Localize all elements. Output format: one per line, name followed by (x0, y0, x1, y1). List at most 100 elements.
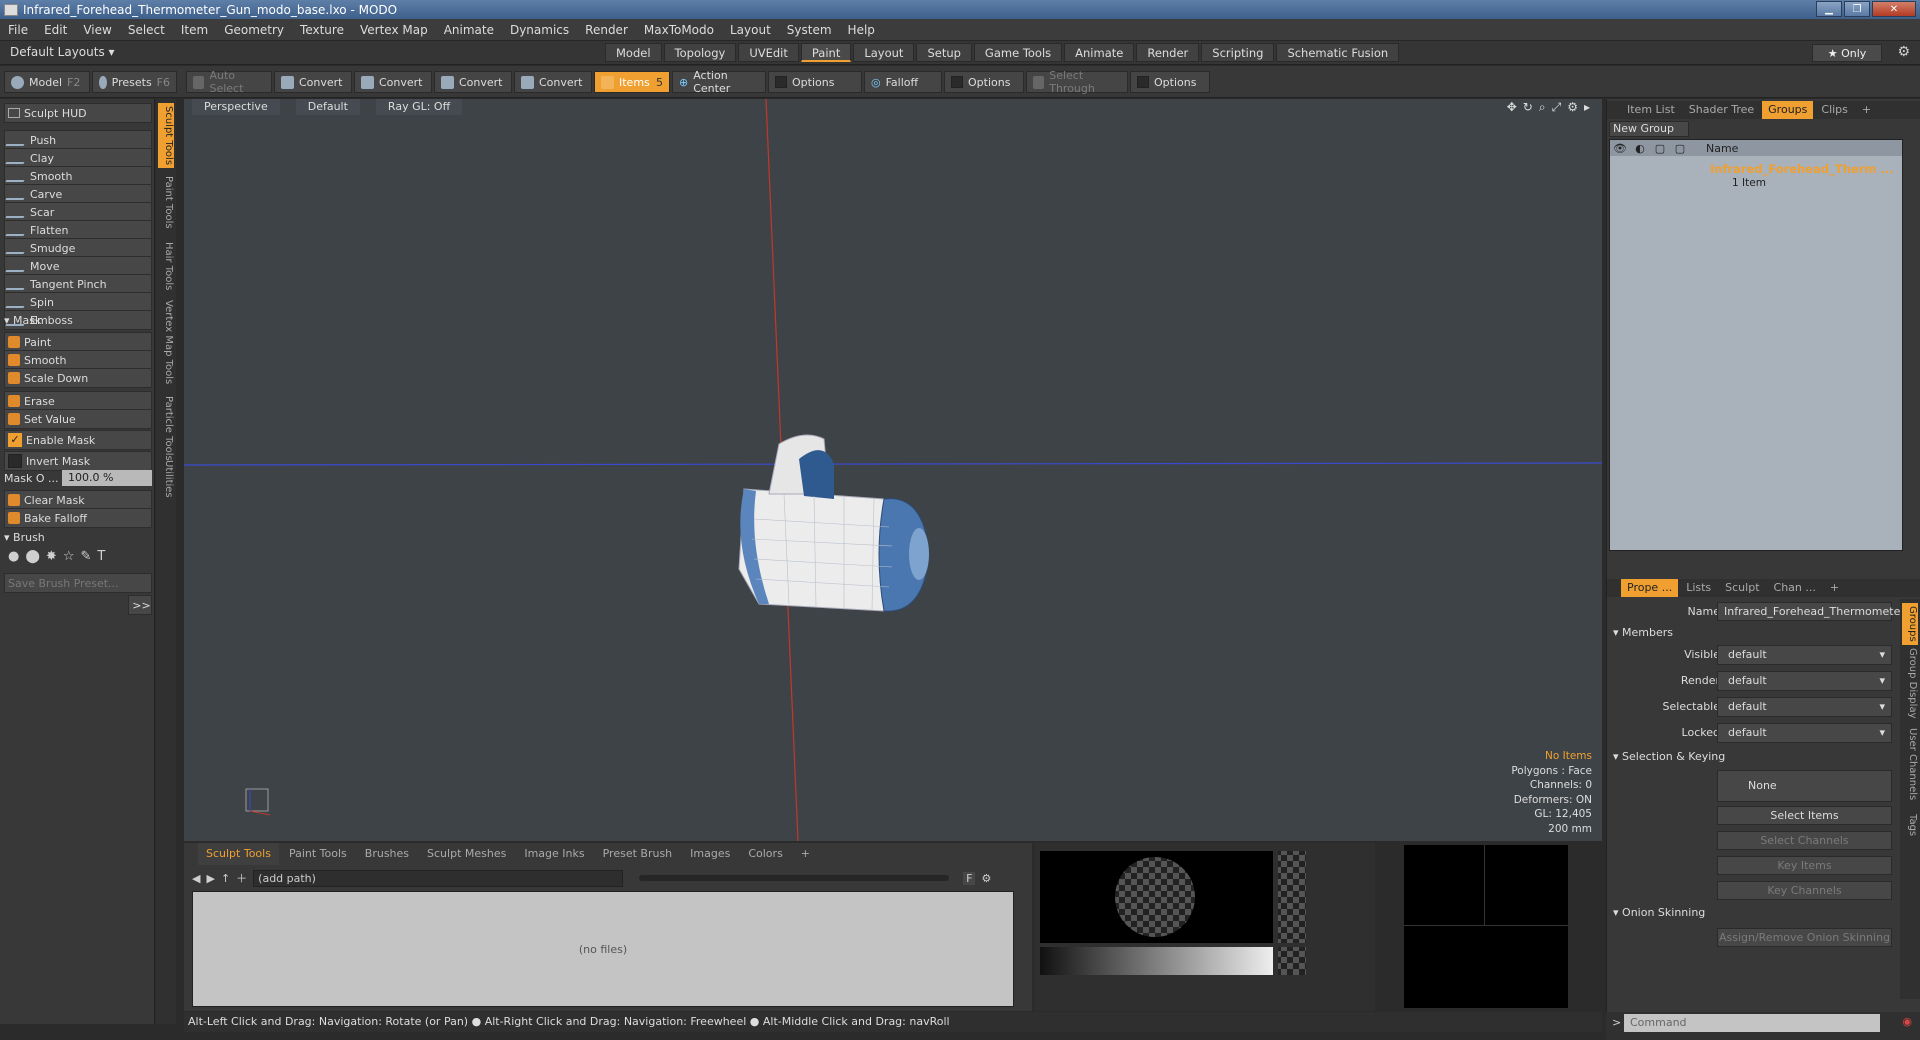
mini-viewport[interactable] (1404, 845, 1568, 1008)
select-icon[interactable]: ▢ (1670, 142, 1690, 155)
menu-item[interactable]: Item (173, 23, 216, 37)
prop-tab-3[interactable]: Chan ... (1768, 579, 1822, 597)
menu-maxtomodo[interactable]: MaxToModo (636, 23, 722, 37)
action-center-button[interactable]: ⊕ Action Center (672, 69, 766, 95)
gear-icon[interactable]: ⚙ (1897, 44, 1910, 60)
lock-icon[interactable]: ▢ (1650, 142, 1670, 155)
tool-flatten[interactable]: Flatten (4, 220, 152, 240)
3d-viewport[interactable]: Perspective Default Ray GL: Off ✥ ↻ ⌕ ⤢ … (184, 99, 1602, 841)
select-items-button[interactable]: Select Items (1717, 806, 1892, 825)
vtab-utilities[interactable]: Utilities (158, 457, 174, 501)
options-checkbox[interactable] (951, 76, 963, 88)
tool-carve[interactable]: Carve (4, 184, 152, 204)
close-button[interactable]: ✕ (1872, 1, 1916, 17)
members-section[interactable]: ▾ Members (1613, 626, 1673, 639)
tool-tangent-pinch[interactable]: Tangent Pinch (4, 274, 152, 294)
stroke-brush-icon[interactable]: ✎ (80, 549, 91, 569)
invert-mask-checkbox[interactable]: Invert Mask (4, 451, 152, 471)
presets-button[interactable]: Presets F6 (92, 71, 177, 93)
falloff-button[interactable]: ◎ Falloff (864, 71, 942, 93)
prop-dropdown-visible[interactable]: default (1717, 645, 1892, 665)
model-button[interactable]: Model F2 (4, 71, 90, 93)
soft-brush-icon[interactable]: ● (8, 549, 19, 569)
tool-spin[interactable]: Spin (4, 292, 152, 312)
only-toggle[interactable]: ★ Only (1812, 44, 1882, 62)
star-brush-icon[interactable]: ☆ (63, 549, 75, 569)
vtab-particle-tools[interactable]: Particle Tools (158, 393, 174, 464)
add-path-icon[interactable]: ＋ (236, 870, 247, 886)
menu-layout[interactable]: Layout (722, 23, 779, 37)
browser-settings-icon[interactable]: ⚙ (981, 872, 991, 885)
key-items-button[interactable]: Key Items (1717, 856, 1892, 875)
tab-topology[interactable]: Topology (663, 43, 737, 62)
falloff-options[interactable]: Options (944, 71, 1024, 93)
selection-keying-section[interactable]: ▾ Selection & Keying (1613, 750, 1725, 763)
menu-system[interactable]: System (779, 23, 840, 37)
set-value-button[interactable]: Set Value (4, 409, 152, 429)
bottom-tab-image-inks[interactable]: Image Inks (516, 843, 592, 865)
tool-clay[interactable]: Clay (4, 148, 152, 168)
save-brush-preset-button[interactable]: Save Brush Preset... (4, 573, 152, 593)
convert-items-button[interactable]: Convert (514, 71, 592, 93)
select-through-options[interactable]: Options (1130, 71, 1210, 93)
path-dropdown[interactable]: (add path) (253, 869, 624, 887)
command-input[interactable]: Command (1624, 1014, 1880, 1032)
tab-scripting[interactable]: Scripting (1201, 43, 1275, 62)
tool-move[interactable]: Move (4, 256, 152, 276)
options-checkbox[interactable] (1137, 76, 1149, 88)
right-vtab-user-channels[interactable]: User Channels (1902, 725, 1918, 803)
mask-tool-paint[interactable]: Paint (4, 332, 152, 352)
forward-arrow-icon[interactable]: ▶ (206, 872, 214, 885)
prop-tab-4[interactable]: + (1824, 579, 1845, 597)
bake-falloff-button[interactable]: Bake Falloff (4, 508, 152, 528)
prop-dropdown-render[interactable]: default (1717, 671, 1892, 691)
menu-edit[interactable]: Edit (36, 23, 75, 37)
menu-help[interactable]: Help (840, 23, 883, 37)
bottom-tab-brushes[interactable]: Brushes (357, 843, 417, 865)
sculpt-hud-button[interactable]: Sculpt HUD (4, 103, 152, 123)
vtab-paint-tools[interactable]: Paint Tools (158, 173, 174, 232)
options-checkbox[interactable] (775, 76, 787, 88)
more-button[interactable]: >> (128, 595, 152, 615)
vtab-hair-tools[interactable]: Hair Tools (158, 239, 174, 293)
tab-animate[interactable]: Animate (1064, 43, 1135, 62)
text-brush-icon[interactable]: T (97, 549, 105, 569)
tab-schematic-fusion[interactable]: Schematic Fusion (1276, 43, 1400, 62)
hard-brush-icon[interactable]: ⬤ (25, 549, 40, 569)
group-name-field[interactable]: Infrared_Forehead_Thermometer (1717, 602, 1905, 621)
clear-mask-button[interactable]: Clear Mask (4, 490, 152, 510)
action-center-options[interactable]: Options (768, 71, 862, 93)
items-button[interactable]: Items 5 (594, 71, 670, 93)
record-icon[interactable]: ◉ (1902, 1015, 1912, 1028)
menu-select[interactable]: Select (120, 23, 173, 37)
auto-select-button[interactable]: Auto Select (186, 69, 272, 95)
menu-geometry[interactable]: Geometry (216, 23, 292, 37)
tab-game-tools[interactable]: Game Tools (973, 43, 1063, 62)
tool-smooth[interactable]: Smooth (4, 166, 152, 186)
menu-file[interactable]: File (0, 23, 36, 37)
enable-mask-checkbox[interactable]: ✓ Enable Mask (4, 430, 152, 450)
minimize-button[interactable]: ▁ (1816, 1, 1842, 17)
mask-section[interactable]: ▾ Mask (4, 314, 41, 327)
onion-skinning-section[interactable]: ▾ Onion Skinning (1613, 906, 1705, 919)
menu-view[interactable]: View (75, 23, 119, 37)
vtab-vertex-map-tools[interactable]: Vertex Map Tools (158, 297, 174, 387)
tab-setup[interactable]: Setup (916, 43, 972, 62)
file-browser-area[interactable]: (no files) (192, 891, 1014, 1007)
convert-edges-button[interactable]: Convert (354, 71, 432, 93)
bottom-tab-sculpt-tools[interactable]: Sculpt Tools (198, 843, 279, 865)
select-channels-button[interactable]: Select Channels (1717, 831, 1892, 850)
tool-smudge[interactable]: Smudge (4, 238, 152, 258)
menu-vertex-map[interactable]: Vertex Map (352, 23, 436, 37)
maximize-button[interactable]: ❐ (1844, 1, 1870, 17)
tab-uvedit[interactable]: UVEdit (738, 43, 799, 62)
tab-model[interactable]: Model (605, 43, 662, 62)
mask-opacity-field[interactable]: 100.0 % (62, 470, 152, 486)
right-tab-item-list[interactable]: Item List (1621, 101, 1681, 119)
right-vtab-tags[interactable]: Tags (1902, 811, 1918, 839)
erase-button[interactable]: Erase (4, 391, 152, 411)
up-folder-icon[interactable]: ↑ (221, 872, 230, 885)
prop-dropdown-selectable[interactable]: default (1717, 697, 1892, 717)
right-tab-groups[interactable]: Groups (1762, 101, 1814, 119)
right-vtab-groups[interactable]: Groups (1902, 603, 1918, 645)
